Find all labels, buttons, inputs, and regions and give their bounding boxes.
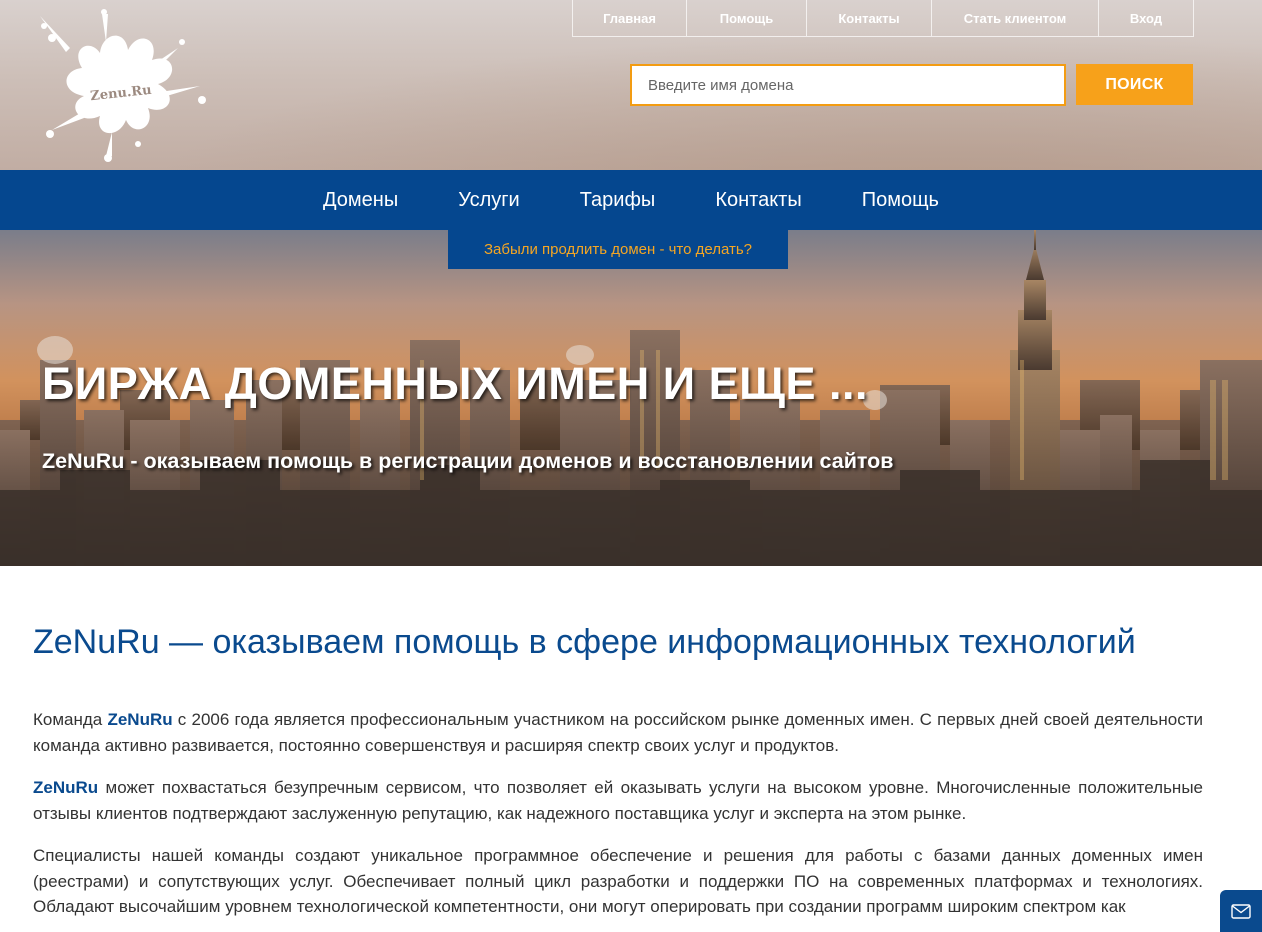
topnav-become-client[interactable]: Стать клиентом (932, 0, 1099, 36)
topnav-contacts[interactable]: Контакты (807, 0, 932, 36)
p2-text: может похвастаться безупречным сервисом,… (33, 778, 1203, 823)
search-button[interactable]: ПОИСК (1076, 64, 1193, 105)
mainnav-contacts[interactable]: Контакты (685, 189, 831, 212)
intro-paragraph-2: ZeNuRu может похвастаться безупречным се… (33, 775, 1203, 826)
topnav-home[interactable]: Главная (573, 0, 687, 36)
intro-paragraph-3: Специалисты нашей команды создают уникал… (33, 846, 1203, 916)
mainnav-tariffs[interactable]: Тарифы (550, 189, 686, 212)
services-dropdown-item[interactable]: Забыли продлить домен - что делать? (448, 230, 788, 269)
main-content: ZeNuRu — оказываем помощь в сфере информ… (33, 566, 1203, 920)
topnav-login[interactable]: Вход (1099, 0, 1193, 36)
page-heading: ZeNuRu — оказываем помощь в сфере информ… (33, 623, 1136, 661)
site-logo[interactable]: Zenu.Ru (30, 8, 206, 164)
mainnav-domains[interactable]: Домены (293, 189, 428, 212)
hero-title: БИРЖА ДОМЕННЫХ ИМЕН И ЕЩЕ ... (42, 358, 868, 409)
envelope-icon (1231, 903, 1251, 919)
mainnav-help[interactable]: Помощь (832, 189, 969, 212)
top-navigation: Главная Помощь Контакты Стать клиентом В… (572, 0, 1194, 37)
domain-search-input[interactable] (630, 64, 1066, 106)
brand-link[interactable]: ZeNuRu (107, 710, 172, 729)
feedback-widget-button[interactable] (1220, 890, 1262, 932)
intro-paragraph-1: Команда ZeNuRu с 2006 года является проф… (33, 707, 1203, 758)
hero-subtitle: ZeNuRu - оказываем помощь в регистрации … (42, 449, 894, 473)
p1-text: с 2006 года является профессиональным уч… (33, 710, 1203, 755)
brand-link[interactable]: ZeNuRu (33, 778, 98, 797)
topnav-help[interactable]: Помощь (687, 0, 807, 36)
hero-banner: БИРЖА ДОМЕННЫХ ИМЕН И ЕЩЕ ... ZeNuRu - о… (0, 230, 1262, 566)
mainnav-services[interactable]: Услуги (428, 189, 550, 212)
main-navigation: Домены Услуги Тарифы Контакты Помощь (0, 170, 1262, 230)
p1-lead: Команда (33, 710, 108, 729)
site-header: Zenu.Ru Главная Помощь Контакты Стать кл… (0, 0, 1262, 170)
